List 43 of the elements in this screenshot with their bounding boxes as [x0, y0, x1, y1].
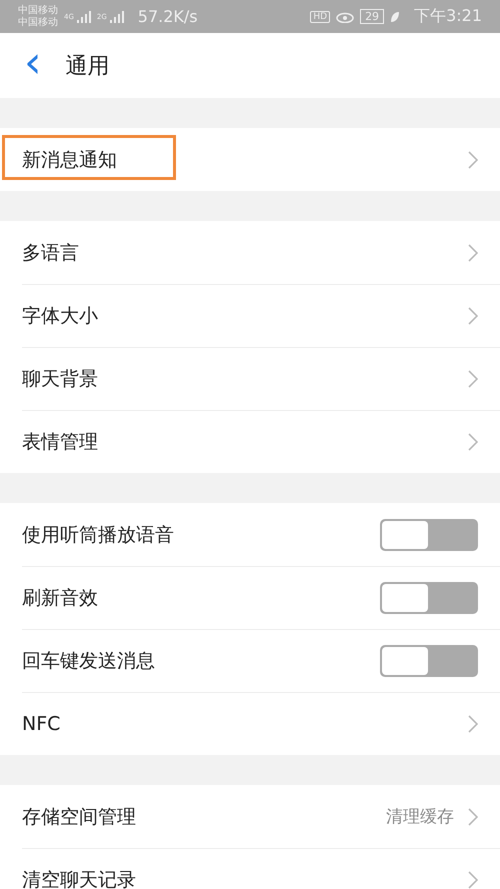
- item-label: 存储空间管理: [22, 804, 137, 830]
- settings-item[interactable]: 表情管理: [0, 410, 500, 473]
- hd-badge: HD: [310, 10, 330, 22]
- eye-icon: [336, 10, 354, 22]
- battery-level: 29: [360, 9, 384, 24]
- toggle-switch[interactable]: [380, 518, 478, 550]
- chevron-right-icon: [468, 244, 478, 262]
- item-label: 使用听筒播放语音: [22, 522, 175, 548]
- settings-item[interactable]: 聊天背景: [0, 347, 500, 410]
- item-label: 新消息通知: [22, 148, 118, 172]
- toggle-switch[interactable]: [380, 644, 478, 676]
- chevron-right-icon: [468, 808, 478, 826]
- settings-item[interactable]: 清空聊天记录: [0, 848, 500, 889]
- item-label: 回车键发送消息: [22, 648, 156, 674]
- chevron-right-icon: [468, 370, 478, 388]
- item-label: 表情管理: [22, 430, 99, 454]
- chevron-right-icon: [468, 306, 478, 324]
- settings-item[interactable]: 多语言: [0, 221, 500, 284]
- signal-icon: [110, 10, 124, 22]
- network-speed: 57.2K/s: [138, 7, 198, 26]
- chevron-right-icon: [468, 714, 478, 732]
- page-title: 通用: [66, 52, 110, 80]
- carrier-name: 中国移动: [18, 4, 58, 16]
- carrier-name: 中国移动: [18, 16, 58, 28]
- back-button[interactable]: ‹: [20, 42, 46, 88]
- settings-item[interactable]: 新消息通知: [0, 128, 500, 191]
- item-label: 多语言: [22, 240, 80, 266]
- clock-time: 下午3:21: [414, 6, 482, 27]
- item-value: 清理缓存: [386, 806, 454, 828]
- item-label: 刷新音效: [22, 586, 99, 610]
- item-label: 字体大小: [22, 304, 99, 328]
- chevron-right-icon: [468, 432, 478, 450]
- leaf-icon: [390, 10, 400, 22]
- settings-item[interactable]: 存储空间管理 清理缓存: [0, 785, 500, 848]
- toggle-switch[interactable]: [380, 582, 478, 614]
- settings-item[interactable]: NFC: [0, 692, 500, 755]
- item-label: 清空聊天记录: [22, 868, 137, 889]
- chevron-right-icon: [468, 150, 478, 168]
- item-label: NFC: [22, 712, 62, 734]
- chevron-right-icon: [468, 870, 478, 888]
- item-label: 聊天背景: [22, 366, 99, 392]
- signal-icon: [76, 10, 91, 22]
- settings-item[interactable]: 字体大小: [0, 284, 500, 347]
